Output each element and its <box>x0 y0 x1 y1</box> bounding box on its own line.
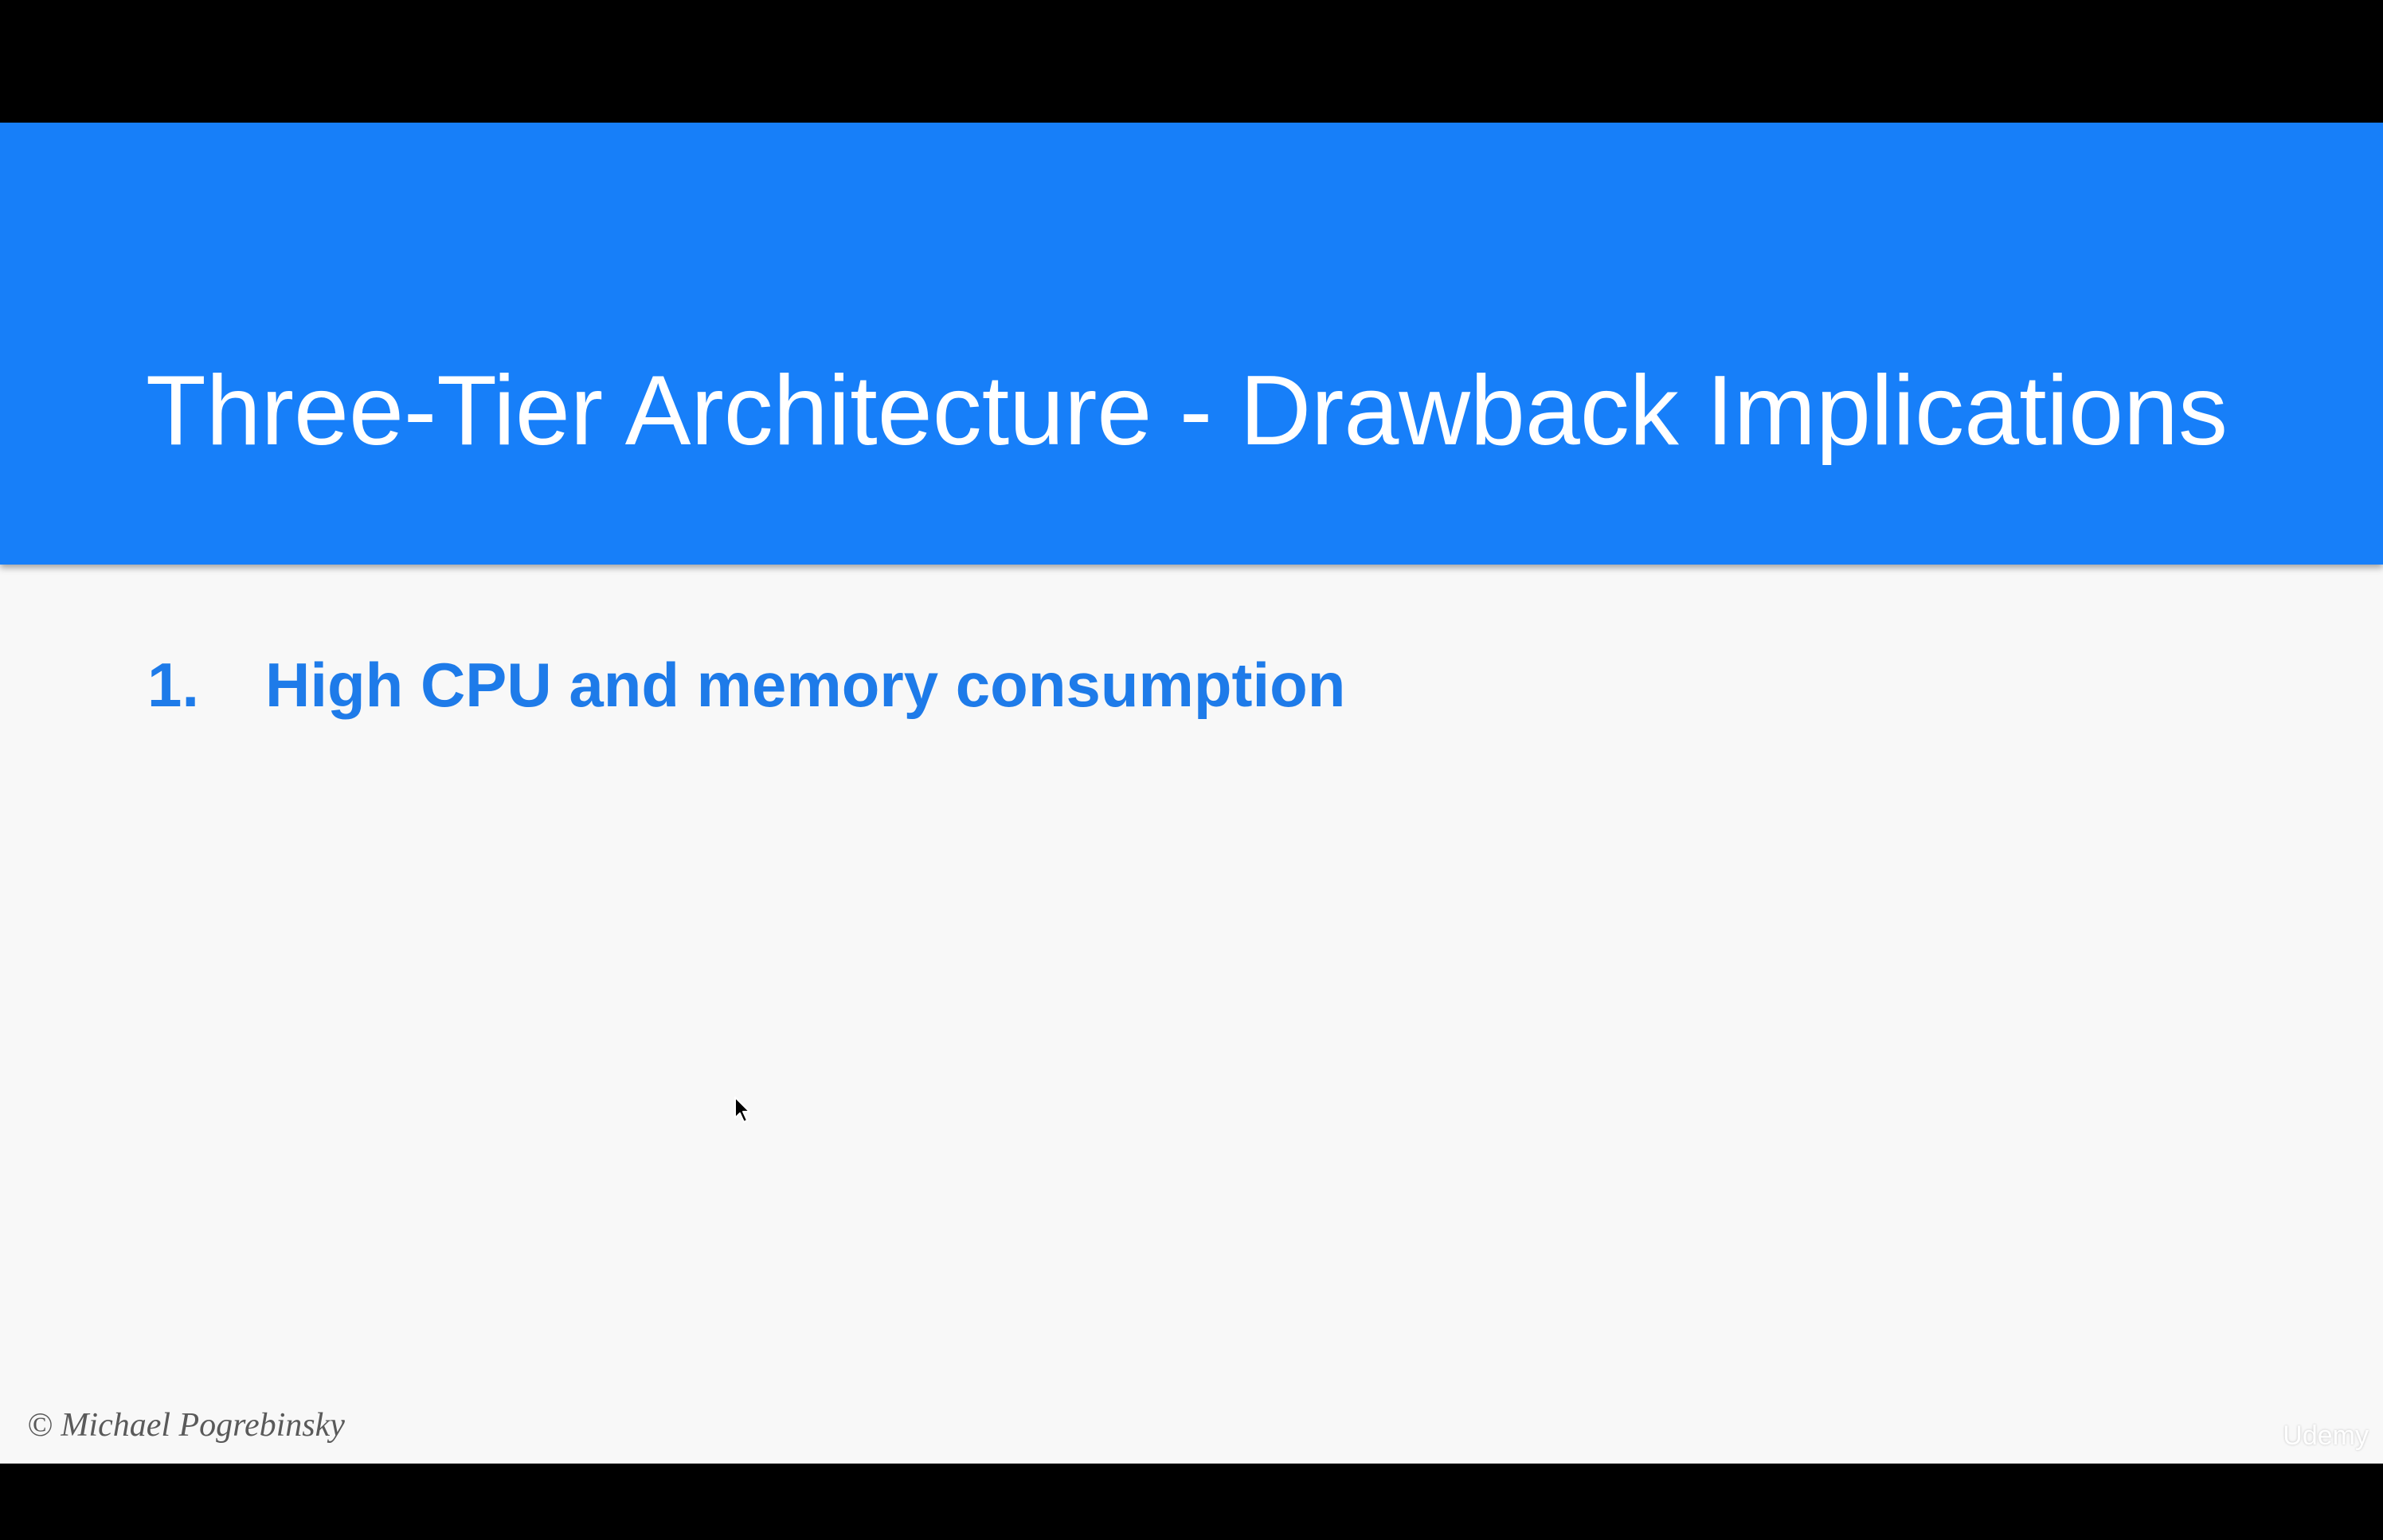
mouse-pointer-icon <box>734 1096 750 1123</box>
bullet-number: 1. <box>147 650 200 720</box>
udemy-watermark: Udemy <box>2283 1421 2369 1451</box>
video-player-viewport: Three-Tier Architecture - Drawback Impli… <box>0 0 2383 1540</box>
slide-header-banner: Three-Tier Architecture - Drawback Impli… <box>0 123 2383 565</box>
bullet-list: 1. High CPU and memory consumption <box>147 648 1345 723</box>
presentation-slide: Three-Tier Architecture - Drawback Impli… <box>0 123 2383 1464</box>
bullet-text: High CPU and memory consumption <box>265 650 1346 720</box>
list-item: 1. High CPU and memory consumption <box>147 648 1345 723</box>
copyright-notice: © Michael Pogrebinsky <box>27 1407 345 1444</box>
slide-title: Three-Tier Architecture - Drawback Impli… <box>146 356 2228 466</box>
